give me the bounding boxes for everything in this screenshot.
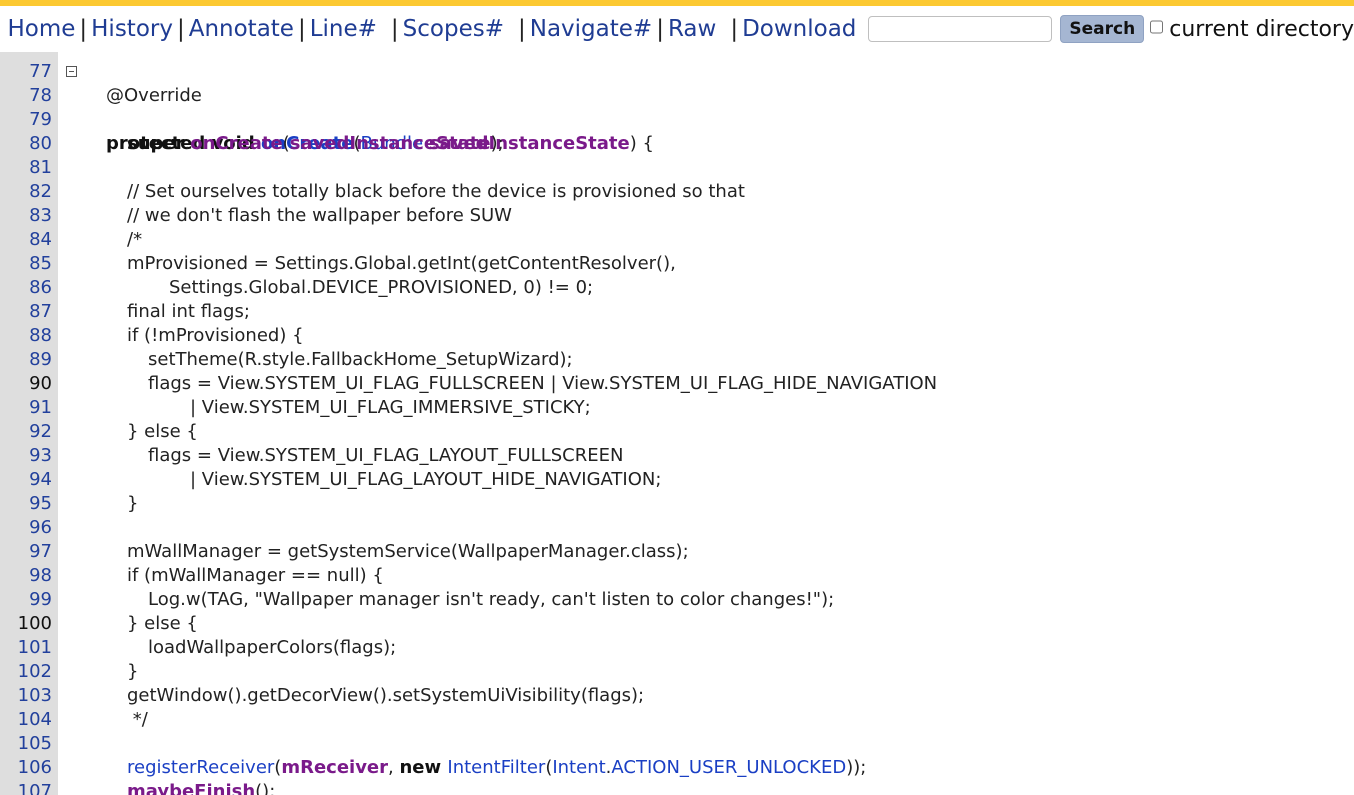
search-button[interactable]: Search [1060,15,1145,43]
keyword: super [127,133,185,154]
code-line-97: 97 if (mWallManager == null) { [0,516,384,586]
code-line-105: 105 registerReceiver(mReceiver, new Inte… [0,708,867,778]
code-line-104: 104 [0,684,52,730]
code-line-78: 78 protected void onCreate(Bundle savedI… [0,60,654,154]
code-line-93: 93 | View.SYSTEM_UI_FLAG_LAYOUT_HIDE_NAV… [0,420,661,490]
field-link[interactable]: mReceiver [281,757,388,778]
nav-separator: | [79,16,88,42]
code-line-92: 92 flags = View.SYSTEM_UI_FLAG_LAYOUT_FU… [0,396,623,466]
code-comment: Log.w(TAG, "Wallpaper manager isn't read… [148,589,835,610]
method-call-link[interactable]: onCreate [190,133,282,154]
punct: )); [846,757,867,778]
code-line-85: 85 Settings.Global.DEVICE_PROVISIONED, 0… [0,228,593,298]
code-comment: if (!mProvisioned) { [127,325,304,346]
nav-line-link[interactable]: Line# [310,16,377,42]
code-line-98: 98 Log.w(TAG, "Wallpaper manager isn't r… [0,540,834,610]
code-line-86: 86 final int flags; [0,252,250,322]
code-line-100: 100 loadWallpaperColors(flags); [0,588,397,658]
code-lines: 77 @Override 78 protected void onCreate(… [0,44,938,795]
code-comment: } [127,493,139,514]
code-line-95: 95 [0,468,52,514]
code-line-82: 82 // we don't flash the wallpaper befor… [0,156,512,226]
nav-history-link[interactable]: History [91,16,173,42]
code-line-91: 91 } else { [0,372,198,442]
punct: ( [282,133,290,154]
code-line-101: 101 } [0,612,139,682]
param-link[interactable]: savedInstanceState [290,133,491,154]
code-comment: loadWallpaperColors(flags); [148,637,397,658]
code-comment: } [127,661,139,682]
code-line-83: 83 /* [0,180,142,250]
navigation-bar: Home | History | Annotate | Line# | Scop… [0,6,1354,52]
nav-separator: | [730,16,739,42]
code-comment: mProvisioned = Settings.Global.getInt(ge… [127,253,676,274]
code-comment: getWindow().getDecorView().setSystemUiVi… [127,685,645,706]
code-line-79: 79 super.onCreate(savedInstanceState); [0,84,504,154]
code-line-94: 94 } [0,444,138,514]
code-comment: flags = View.SYSTEM_UI_FLAG_FULLSCREEN |… [148,373,938,394]
punct: ); [490,133,504,154]
code-line-96: 96 mWallManager = getSystemService(Wallp… [0,492,689,562]
code-line-102: 102 getWindow().getDecorView().setSystem… [0,636,644,706]
code-comment: // we don't flash the wallpaper before S… [127,205,512,226]
code-comment: if (mWallManager == null) { [127,565,384,586]
code-comment: } else { [127,421,198,442]
keyword: new [399,757,448,778]
punct: , [388,757,400,778]
fold-toggle-icon[interactable] [66,66,77,77]
punct: (); [255,781,276,795]
class-link[interactable]: Intent [552,757,605,778]
nav-download-link[interactable]: Download [742,16,856,42]
code-line-88: 88 setTheme(R.style.FallbackHome_SetupWi… [0,300,573,370]
code-text: super.onCreate(savedInstanceState); [127,132,504,156]
code-line-84: 84 mProvisioned = Settings.Global.getInt… [0,204,676,274]
nav-separator: | [176,16,185,42]
code-line-107: 107 } [0,756,52,795]
nav-separator: | [390,16,399,42]
code-comment: mWallManager = getSystemService(Wallpape… [127,541,689,562]
code-line-106: 106 maybeFinish(); [0,732,276,795]
code-comment: | View.SYSTEM_UI_FLAG_IMMERSIVE_STICKY; [190,397,591,418]
nav-scopes-link[interactable]: Scopes# [403,16,504,42]
code-line-81: 81 // Set ourselves totally black before… [0,132,745,202]
code-line-80: 80 [0,108,52,154]
code-viewer: 77 @Override 78 protected void onCreate(… [0,44,1354,795]
code-comment: */ [127,709,148,730]
line-number[interactable]: 107 [0,780,52,795]
nav-separator: | [297,16,306,42]
current-directory-label: current directory [1169,16,1354,42]
code-line-89: 89 flags = View.SYSTEM_UI_FLAG_FULLSCREE… [0,324,937,394]
nav-navigate-link[interactable]: Navigate# [530,16,652,42]
code-line-87: 87 if (!mProvisioned) { [0,276,303,346]
punct: ) { [629,133,654,154]
constant-link[interactable]: ACTION_USER_UNLOCKED [611,757,846,778]
search-input[interactable] [868,16,1053,42]
code-line-99: 99 } else { [0,564,198,634]
code-line-90: 90 | View.SYSTEM_UI_FLAG_IMMERSIVE_STICK… [0,348,591,418]
code-line-103: 103 */ [0,660,148,730]
code-comment: final int flags; [127,301,250,322]
method-call-link[interactable]: registerReceiver [127,757,274,778]
code-text: @Override [106,85,202,106]
code-comment: | View.SYSTEM_UI_FLAG_LAYOUT_HIDE_NAVIGA… [190,469,662,490]
nav-separator: | [518,16,526,42]
nav-annotate-link[interactable]: Annotate [189,16,294,42]
nav-raw-link[interactable]: Raw [668,16,716,42]
code-text: registerReceiver(mReceiver, new IntentFi… [127,756,866,780]
current-directory-checkbox[interactable] [1150,19,1164,35]
nav-separator: | [656,16,664,42]
code-comment: setTheme(R.style.FallbackHome_SetupWizar… [148,349,573,370]
nav-home-link[interactable]: Home [7,16,75,42]
method-call-link[interactable]: maybeFinish [127,781,255,795]
code-comment: flags = View.SYSTEM_UI_FLAG_LAYOUT_FULLS… [148,445,624,466]
class-link[interactable]: IntentFilter [447,757,545,778]
code-comment: Settings.Global.DEVICE_PROVISIONED, 0) !… [169,277,594,298]
code-text: maybeFinish(); [127,780,275,795]
code-comment: // Set ourselves totally black before th… [127,181,745,202]
code-comment: /* [127,229,143,250]
code-comment: } else { [127,613,198,634]
